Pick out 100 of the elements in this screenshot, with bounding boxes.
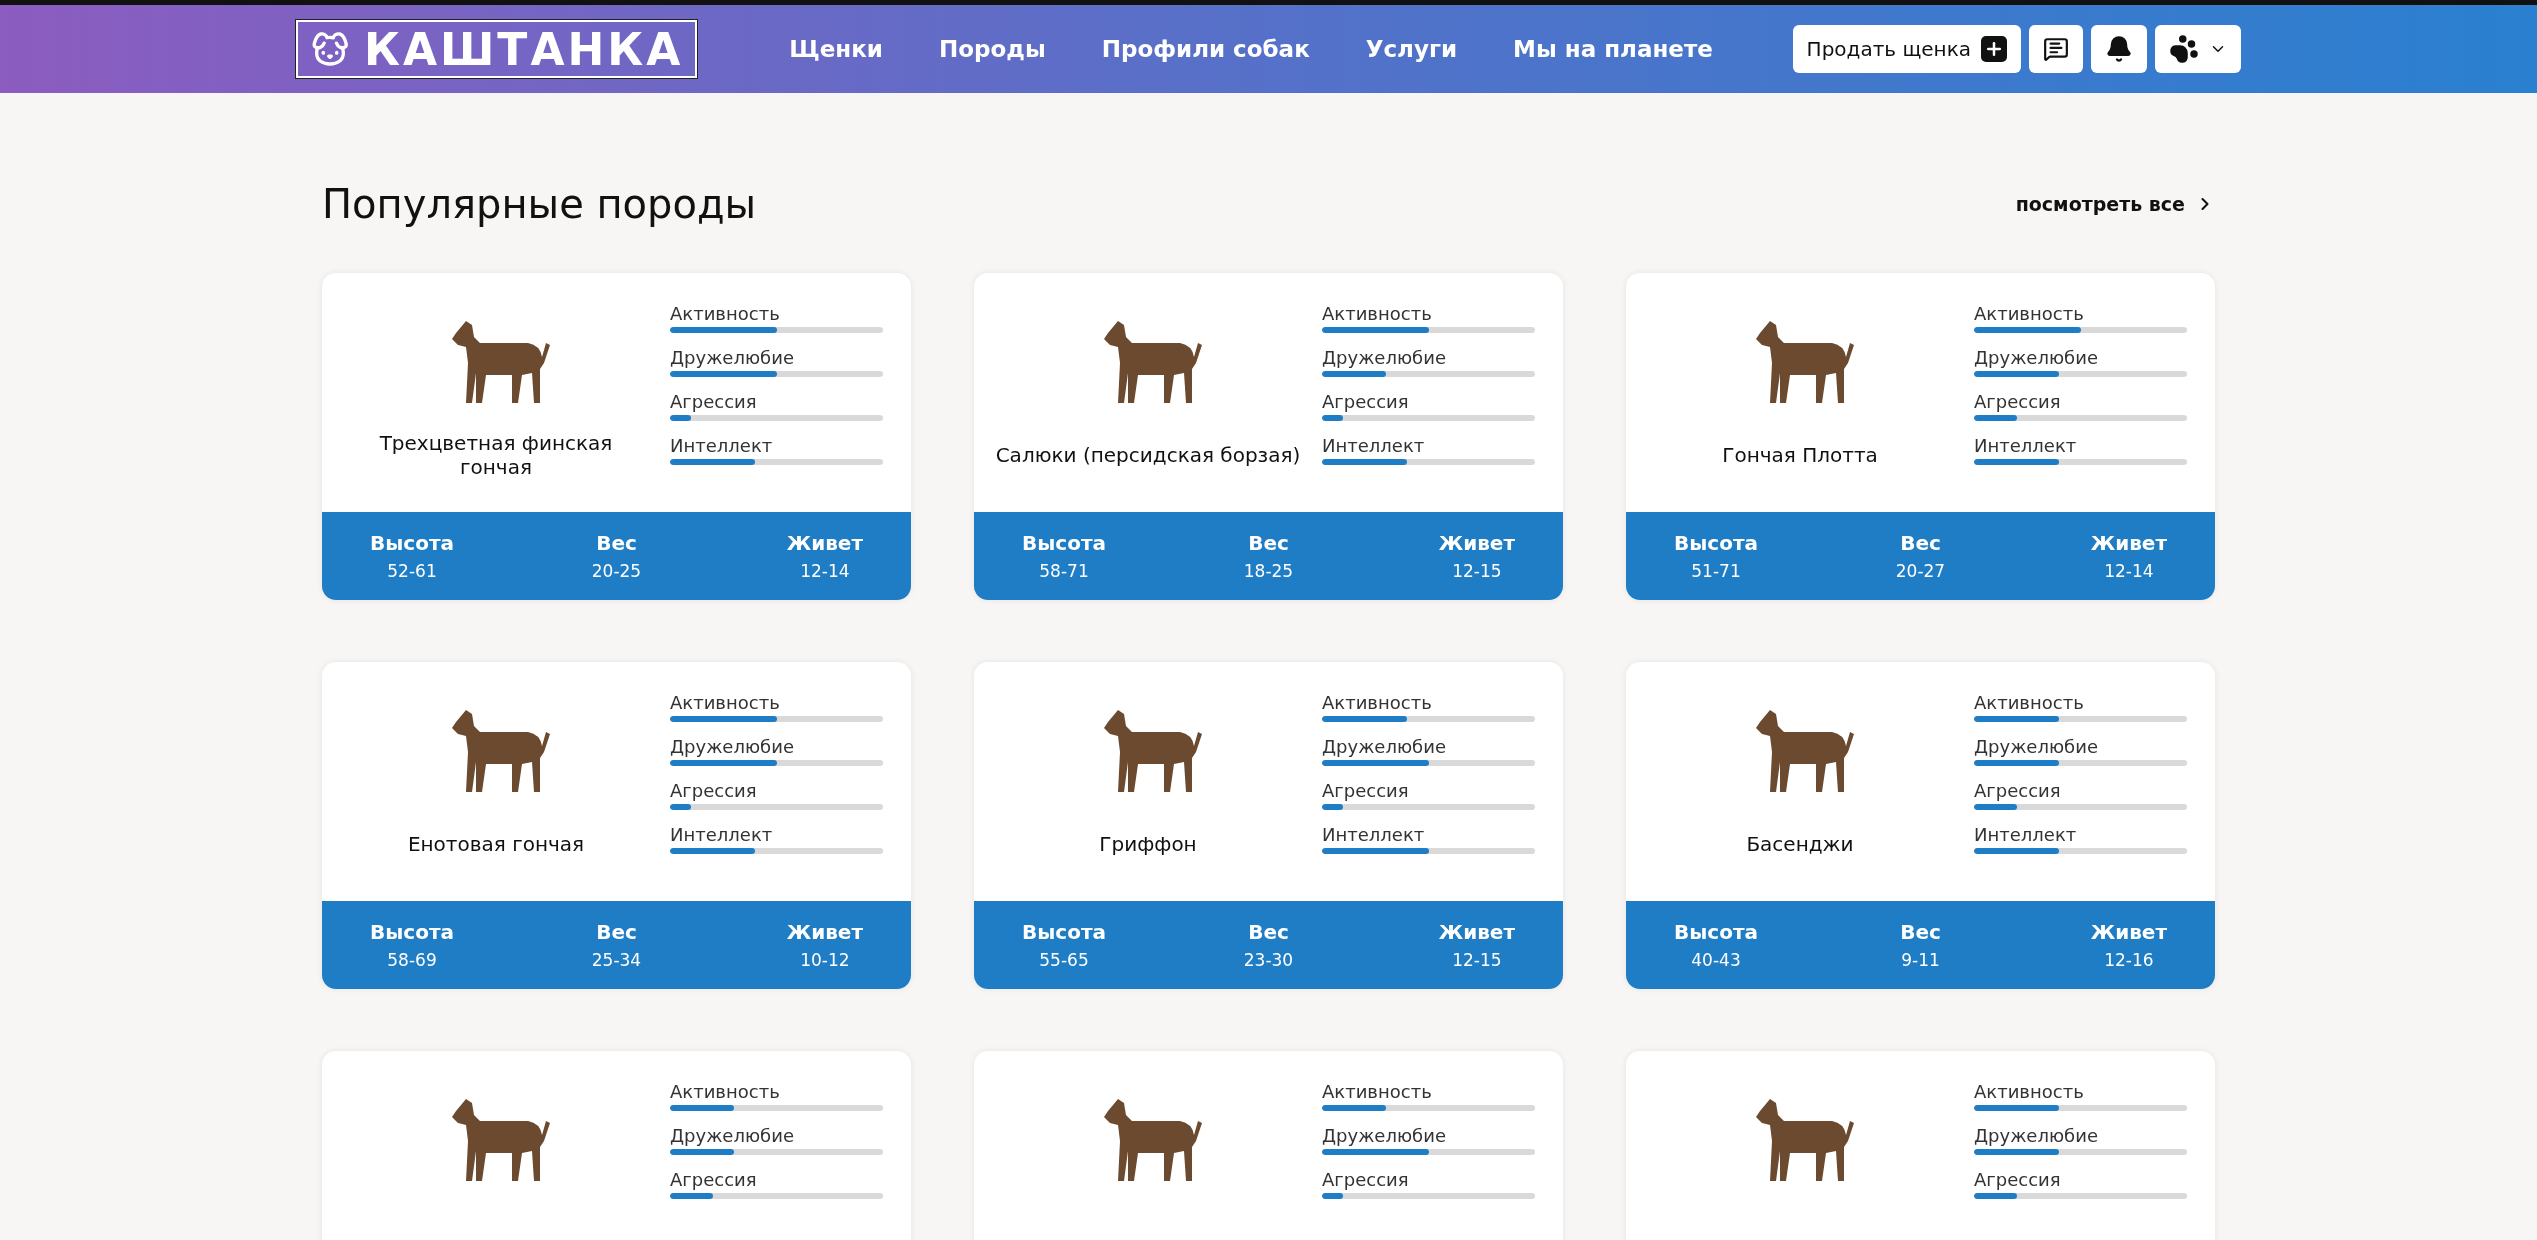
- fact-label: Высота: [370, 920, 454, 944]
- stat-label: Активность: [670, 1081, 781, 1102]
- fact-label: Вес: [596, 531, 637, 555]
- stat-label: Дружелюбие: [1974, 736, 2099, 757]
- stat-label: Активность: [1974, 303, 2085, 324]
- fact-value: 18-25: [1243, 561, 1294, 581]
- dog-face-icon: [310, 29, 350, 69]
- stat-label: Активность: [1974, 1081, 2085, 1102]
- fact-value: 12-16: [2104, 950, 2154, 970]
- stat-label: Интеллект: [1322, 435, 1426, 456]
- stat-label: Агрессия: [1322, 780, 1410, 801]
- stat-label: Агрессия: [1322, 391, 1410, 412]
- fact-label: Вес: [1248, 531, 1289, 555]
- fact-label: Высота: [1674, 531, 1758, 555]
- fact-label: Живет: [786, 920, 863, 944]
- notifications-button[interactable]: [2091, 25, 2147, 73]
- fact-label: Вес: [1900, 920, 1941, 944]
- stat-label: Дружелюбие: [670, 1125, 795, 1146]
- fact-value: 20-25: [591, 561, 642, 581]
- stat-label: Агрессия: [670, 780, 758, 801]
- chat-icon: [2043, 36, 2069, 62]
- stat-label: Дружелюбие: [1322, 347, 1447, 368]
- fact-value: 40-43: [1691, 950, 1741, 970]
- fact-value: 12-14: [800, 561, 850, 581]
- fact-value: 9-11: [1901, 950, 1940, 970]
- breed-card[interactable]: Активность Дружелюбие Агрессия: [1626, 1051, 2215, 1240]
- stat-label: Агрессия: [670, 391, 758, 412]
- fact-label: Живет: [2090, 920, 2167, 944]
- stat-label: Интеллект: [1322, 824, 1426, 845]
- stat-label: Дружелюбие: [1974, 347, 2099, 368]
- nav-link[interactable]: Услуги: [1365, 36, 1458, 62]
- fact-label: Высота: [370, 531, 454, 555]
- section-title: Популярные породы: [322, 181, 757, 227]
- stat-label: Агрессия: [1974, 1169, 2062, 1190]
- fact-value: 55-65: [1039, 950, 1089, 970]
- stat-label: Интеллект: [670, 824, 774, 845]
- fact-value: 12-15: [1452, 561, 1502, 581]
- fact-label: Живет: [2090, 531, 2167, 555]
- fact-value: 51-71: [1691, 561, 1741, 581]
- breed-card[interactable]: Трехцветная финская гончая Активность Дружелюбие Агрессия Интеллект Высота 52-61 Вес 20-25 Живет 12-14: [322, 273, 911, 600]
- fact-value: 23-30: [1243, 950, 1294, 970]
- stat-label: Дружелюбие: [670, 347, 795, 368]
- fact-value: 58-71: [1039, 561, 1089, 581]
- fact-label: Вес: [1248, 920, 1289, 944]
- sell-puppy-button[interactable]: Продать щенка: [1792, 25, 2021, 73]
- fact-label: Живет: [1438, 531, 1515, 555]
- fact-value: 20-27: [1895, 561, 1946, 581]
- stat-label: Дружелюбие: [670, 736, 795, 757]
- stat-label: Дружелюбие: [1322, 736, 1447, 757]
- breed-card[interactable]: Басенджи Активность Дружелюбие Агрессия Интеллект Высота 40-43 Вес 9-11 Живет 12-16: [1626, 662, 2215, 989]
- stat-label: Интеллект: [1974, 435, 2078, 456]
- fact-label: Вес: [1900, 531, 1941, 555]
- breed-name: Гриффон: [1099, 831, 1197, 858]
- breed-name: Салюки (персидская борзая): [995, 442, 1301, 469]
- profile-menu-button[interactable]: [2155, 25, 2241, 73]
- fact-value: 12-14: [2104, 561, 2154, 581]
- messages-button[interactable]: [2029, 25, 2083, 73]
- bell-icon: [2105, 35, 2133, 63]
- stat-label: Интеллект: [1974, 824, 2078, 845]
- breed-card[interactable]: Енотовая гончая Активность Дружелюбие Агрессия Интеллект Высота 58-69 Вес 25-34 Живет 10-12: [322, 662, 911, 989]
- breed-card[interactable]: Гриффон Активность Дружелюбие Агрессия Интеллект Высота 55-65 Вес 23-30 Живет 12-15: [974, 662, 1563, 989]
- fact-value: 12-15: [1452, 950, 1502, 970]
- stat-label: Активность: [670, 692, 781, 713]
- fact-value: 25-34: [591, 950, 642, 970]
- breed-name: Трехцветная финская гончая: [378, 431, 614, 479]
- fact-value: 10-12: [800, 950, 850, 970]
- stat-label: Активность: [1322, 692, 1433, 713]
- fact-value: 52-61: [387, 561, 437, 581]
- breed-card[interactable]: Активность Дружелюбие Агрессия: [974, 1051, 1563, 1240]
- paw-icon: [2169, 34, 2199, 64]
- breed-card[interactable]: Салюки (персидская борзая) Активность Дружелюбие Агрессия Интеллект Высота 58-71 Вес 18-25 Живет 12-15: [974, 273, 1563, 600]
- breed-card[interactable]: Активность Дружелюбие Агрессия: [322, 1051, 911, 1240]
- stat-label: Активность: [670, 303, 781, 324]
- stat-label: Агрессия: [670, 1169, 758, 1190]
- logo[interactable]: КАШТАНКА: [296, 20, 698, 78]
- stat-label: Агрессия: [1322, 1169, 1410, 1190]
- see-all-link[interactable]: посмотреть все: [2015, 193, 2215, 215]
- stat-label: Активность: [1322, 1081, 1433, 1102]
- breed-name: Гончая Плотта: [1722, 442, 1878, 469]
- plus-icon: [1981, 36, 2007, 62]
- stat-label: Активность: [1322, 303, 1433, 324]
- breed-name: Енотовая гончая: [407, 831, 585, 858]
- fact-value: 58-69: [387, 950, 437, 970]
- fact-label: Высота: [1674, 920, 1758, 944]
- nav-link[interactable]: Профили собак: [1101, 36, 1310, 62]
- fact-label: Живет: [786, 531, 863, 555]
- nav-link[interactable]: Породы: [939, 36, 1046, 62]
- fact-label: Высота: [1022, 531, 1106, 555]
- nav-link[interactable]: Щенки: [789, 36, 883, 62]
- stat-label: Агрессия: [1974, 780, 2062, 801]
- logo-text: КАШТАНКА: [364, 23, 684, 75]
- nav-link[interactable]: Мы на планете: [1513, 36, 1713, 62]
- stat-label: Активность: [1974, 692, 2085, 713]
- fact-label: Высота: [1022, 920, 1106, 944]
- stat-label: Агрессия: [1974, 391, 2062, 412]
- stat-label: Дружелюбие: [1322, 1125, 1447, 1146]
- stat-label: Интеллект: [670, 435, 774, 456]
- breed-card[interactable]: Гончая Плотта Активность Дружелюбие Агрессия Интеллект Высота 51-71 Вес 20-27 Живет 12-14: [1626, 273, 2215, 600]
- fact-label: Вес: [596, 920, 637, 944]
- fact-label: Живет: [1438, 920, 1515, 944]
